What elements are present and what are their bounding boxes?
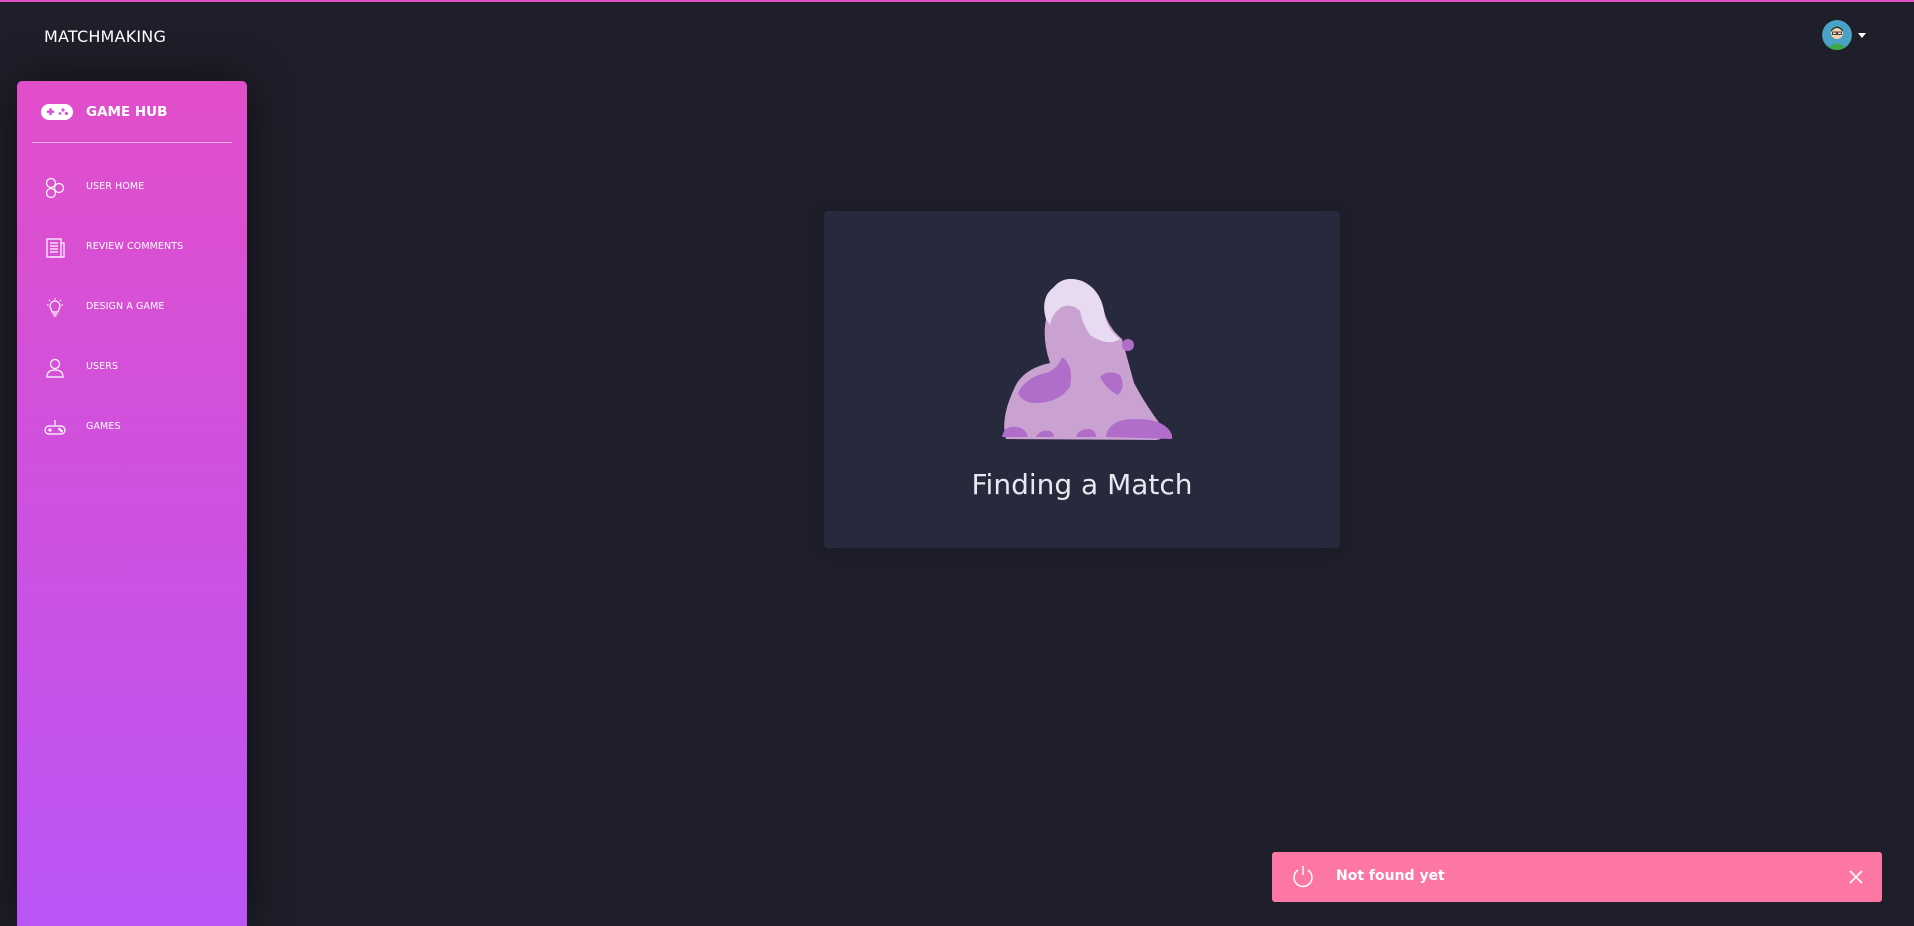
sidebar-item-label: DESIGN A GAME [86,301,165,312]
purple-blob-illustration [1002,279,1172,440]
sidebar-item-users[interactable]: USERS [17,347,247,387]
toast-message: Not found yet [1336,868,1445,884]
sidebar-item-user-home[interactable]: USER HOME [17,167,247,207]
card-title: Finding a Match [971,468,1193,501]
bulb-icon [47,298,63,317]
sidebar-divider [32,142,232,143]
gamepad-icon [41,104,73,120]
atom-icon [45,177,65,199]
close-icon[interactable] [1848,869,1864,885]
sidebar-item-label: REVIEW COMMENTS [86,241,184,252]
power-icon [1293,866,1313,888]
page: MATCHMAKING GAME HUB USER HOME REVIEW CO… [0,0,1914,926]
caret-down-icon[interactable] [1858,32,1866,38]
sidebar-item-label: USERS [86,361,119,372]
sidebar: GAME HUB USER HOME REVIEW COMMENTS DESIG… [17,81,247,926]
sidebar-item-label: GAMES [86,421,121,432]
sidebar-item-label: USER HOME [86,181,145,192]
single-user-icon [46,358,64,378]
notification-toast: Not found yet [1272,852,1882,902]
controller-icon [44,420,66,435]
user-avatar[interactable] [1822,20,1852,50]
paper-icon [46,238,65,258]
sidebar-item-design-a-game[interactable]: DESIGN A GAME [17,287,247,327]
sidebar-item-games[interactable]: GAMES [17,407,247,447]
sidebar-logo[interactable]: GAME HUB [17,81,247,143]
matchmaking-card: Finding a Match [824,211,1340,548]
sidebar-item-review-comments[interactable]: REVIEW COMMENTS [17,227,247,267]
top-accent-bar [0,0,1914,2]
sidebar-logo-label: GAME HUB [86,104,168,120]
navbar-brand[interactable]: MATCHMAKING [44,27,166,46]
user-menu[interactable] [1822,20,1866,50]
